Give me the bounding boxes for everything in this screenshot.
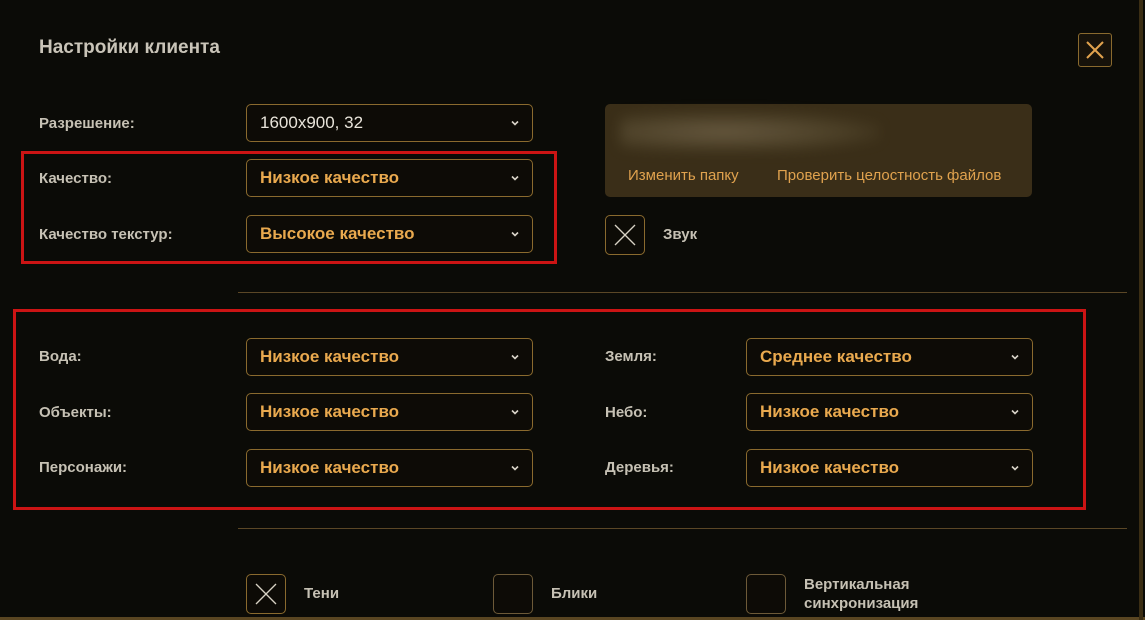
glare-checkbox[interactable] (493, 574, 533, 614)
glare-label: Блики (551, 585, 598, 602)
checked-x-icon (255, 583, 277, 605)
vsync-label-line2: синхронизация (804, 595, 919, 612)
section-divider (238, 528, 1127, 529)
blurred-folder-path (620, 112, 880, 152)
shadows-checkbox[interactable] (246, 574, 286, 614)
checked-x-icon (614, 224, 636, 246)
vsync-label-line1: Вертикальная (804, 576, 910, 593)
resolution-value: 1600x900, 32 (260, 113, 364, 132)
close-icon (1086, 41, 1104, 59)
sound-checkbox[interactable] (605, 215, 645, 255)
verify-files-link[interactable]: Проверить целостность файлов (777, 167, 1001, 184)
resolution-label: Разрешение: (39, 115, 135, 132)
chevron-down-icon (511, 120, 519, 126)
client-settings-window: Настройки клиента Разрешение: 1600x900, … (0, 0, 1145, 620)
vsync-checkbox[interactable] (746, 574, 786, 614)
close-button[interactable] (1078, 33, 1112, 67)
shadows-label: Тени (304, 585, 340, 602)
resolution-select[interactable]: 1600x900, 32 (246, 104, 533, 142)
window-title: Настройки клиента (39, 37, 220, 58)
window-right-border (1139, 0, 1143, 620)
highlight-box-quality (21, 151, 557, 264)
section-divider (238, 292, 1127, 293)
sound-label: Звук (663, 226, 698, 243)
highlight-box-detail (13, 309, 1086, 510)
change-folder-link[interactable]: Изменить папку (628, 167, 739, 184)
